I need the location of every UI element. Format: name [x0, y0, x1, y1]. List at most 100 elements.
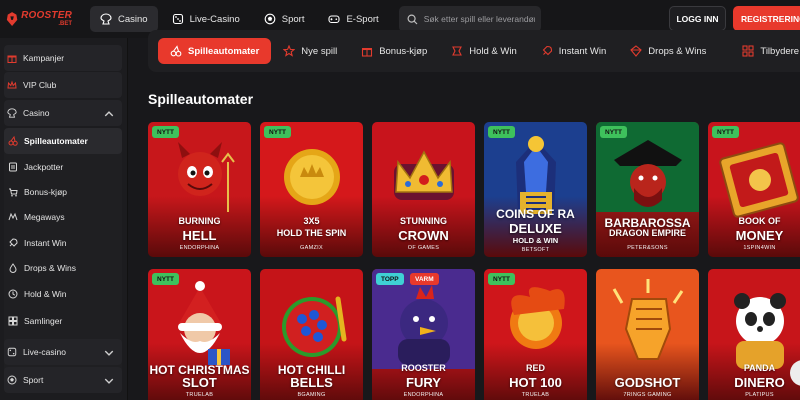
game-badge: NYTT	[600, 126, 627, 138]
game-provider: OF GAMES	[407, 245, 440, 251]
sidebar-item-label: Casino	[23, 108, 50, 118]
category-tilbydere[interactable]: Tilbydere	[730, 38, 800, 64]
sidebar-item-instant-win[interactable]: Instant Win	[4, 230, 122, 256]
game-title-line3: HOLD & WIN	[512, 236, 559, 245]
game-title-line2: FURY	[406, 375, 441, 390]
category-bar: Spilleautomater Nye spill Bonus-kjøp Hol…	[148, 30, 800, 72]
nav-live-casino-label: Live-Casino	[189, 13, 240, 25]
sidebar-item-label: VIP Club	[23, 80, 57, 90]
sidebar-item-drops-wins[interactable]: Drops & Wins	[4, 255, 122, 281]
sidebar-item-vip-club[interactable]: VIP Club	[4, 72, 122, 98]
brand-suffix: .BET	[58, 21, 72, 27]
main-content: Spilleautomater Nye spill Bonus-kjøp Hol…	[128, 30, 800, 400]
login-button[interactable]: LOGG INN	[669, 6, 726, 31]
search-box[interactable]	[398, 6, 541, 32]
game-title-line2: DRAGON EMPIRE	[608, 228, 686, 238]
game-provider: ENDORPHINA	[179, 245, 220, 251]
hold-win-icon	[452, 46, 463, 56]
brand-name: ROOSTER	[21, 10, 72, 21]
category-bonus-kjop[interactable]: Bonus-kjøp	[349, 38, 439, 64]
star-icon	[283, 45, 296, 57]
nav-live-casino[interactable]: Live-Casino	[162, 6, 250, 32]
sidebar: Kampanjer VIP Club Casino Spilleautomate…	[0, 38, 128, 400]
game-card[interactable]: NYTT COINS OF RA DELUXE HOLD & WIN BETSOFT	[484, 122, 587, 257]
sidebar-item-jackpotter[interactable]: Jackpotter	[4, 154, 122, 180]
game-title-line2: SLOT	[182, 375, 217, 390]
search-input[interactable]	[423, 14, 535, 24]
game-card[interactable]: NYTT HOT CHRISTMAS SLOT TRUELAB	[148, 269, 251, 400]
sidebar-item-megaways[interactable]: Megaways	[4, 204, 122, 230]
rooster-logo-icon	[6, 12, 18, 26]
sidebar-item-label: Spilleautomater	[24, 136, 88, 146]
game-provider: GAMZIX	[300, 245, 323, 251]
game-card[interactable]: NYTT BOOK OF MONEY 1SPIN4WIN	[708, 122, 800, 257]
sidebar-item-kampanjer[interactable]: Kampanjer	[4, 45, 122, 71]
live-casino-icon	[172, 13, 183, 25]
sidebar-item-samlinger[interactable]: Samlinger	[4, 308, 122, 334]
game-badge: NYTT	[264, 126, 291, 138]
category-drops-wins[interactable]: Drops & Wins	[618, 38, 718, 64]
sidebar-item-bonus-kjop[interactable]: Bonus-kjøp	[4, 179, 122, 205]
jackpot-icon	[9, 162, 17, 172]
rocket-icon	[9, 238, 18, 247]
sidebar-item-label: Bonus-kjøp	[24, 187, 67, 197]
game-title-line1: RED	[525, 363, 545, 373]
nav-casino[interactable]: Casino	[90, 6, 158, 32]
sidebar-item-spilleautomater[interactable]: Spilleautomater	[4, 128, 122, 154]
game-title-line2: CROWN	[398, 228, 449, 243]
bonus-buy-icon	[9, 188, 18, 197]
hold-win-icon	[8, 289, 18, 299]
category-label: Nye spill	[301, 45, 338, 57]
brand-logo[interactable]: ROOSTER .BET	[0, 0, 72, 38]
nav-casino-label: Casino	[118, 13, 148, 25]
sidebar-item-casino[interactable]: Casino	[4, 100, 122, 126]
drops-wins-icon	[9, 263, 17, 273]
crown-icon	[7, 80, 17, 89]
game-badge: NYTT	[152, 273, 179, 285]
sidebar-item-label: Kampanjer	[23, 53, 65, 63]
sidebar-item-label: Instant Win	[24, 238, 67, 248]
category-label: Bonus-kjøp	[379, 45, 428, 57]
game-title-line1: PANDA	[743, 363, 776, 373]
game-title-line1: STUNNING	[400, 216, 447, 226]
game-card[interactable]: NYTT 3X5 HOLD THE SPIN GAMZIX	[260, 122, 363, 257]
nav-esport[interactable]: E-Sport	[318, 6, 388, 32]
search-icon	[407, 13, 418, 24]
nav-sport[interactable]: Sport	[254, 6, 315, 32]
register-button[interactable]: REGISTRERING	[733, 6, 800, 31]
sidebar-item-label: Jackpotter	[24, 162, 64, 172]
game-provider: PETER&SONS	[627, 245, 668, 251]
bonus-buy-icon	[362, 48, 373, 57]
game-title-line1: ROOSTER	[401, 363, 446, 373]
game-card[interactable]: STUNNING CROWN OF GAMES	[372, 122, 475, 257]
game-provider: TRUELAB	[521, 392, 550, 398]
game-provider: PLATIPUS	[745, 392, 774, 398]
game-card[interactable]: TOPP VARM ROOSTER FURY ENDORPHINA	[372, 269, 475, 400]
game-title-line1: 3X5	[303, 216, 320, 226]
sidebar-item-label: Sport	[23, 375, 44, 385]
category-instant-win[interactable]: Instant Win	[529, 38, 619, 64]
sidebar-item-hold-win[interactable]: Hold & Win	[4, 281, 122, 307]
sidebar-item-sport[interactable]: Sport	[4, 367, 122, 393]
game-card[interactable]: GODSHOT 7RINGS GAMING	[596, 269, 699, 400]
game-card[interactable]: NYTT BARBAROSSA DRAGON EMPIRE PETER&SONS	[596, 122, 699, 257]
sidebar-item-live-casino[interactable]: Live-casino	[4, 339, 122, 365]
game-card[interactable]: HOT CHILLI BELLS BGAMING	[260, 269, 363, 400]
sidebar-item-label: Samlinger	[24, 316, 63, 326]
sidebar-item-label: Drops & Wins	[24, 263, 76, 273]
category-spilleautomater[interactable]: Spilleautomater	[158, 38, 272, 64]
category-hold-win[interactable]: Hold & Win	[439, 38, 529, 64]
drops-wins-icon	[630, 45, 643, 57]
grid-icon	[742, 45, 754, 57]
category-label: Drops & Wins	[648, 45, 707, 57]
casino-icon	[7, 108, 17, 118]
game-provider: BETSOFT	[521, 247, 550, 253]
game-card[interactable]: NYTT BURNING HELL ENDORPHINA	[148, 122, 251, 257]
game-card[interactable]: PANDA DINERO PLATIPUS	[708, 269, 800, 400]
game-provider: 7RINGS GAMING	[623, 392, 672, 398]
gamepad-icon	[328, 15, 341, 24]
game-title-line2: DELUXE	[509, 221, 562, 236]
gift-icon	[7, 55, 17, 63]
category-nye-spill[interactable]: Nye spill	[271, 38, 349, 64]
game-card[interactable]: NYTT RED HOT 100 TRUELAB	[484, 269, 587, 400]
